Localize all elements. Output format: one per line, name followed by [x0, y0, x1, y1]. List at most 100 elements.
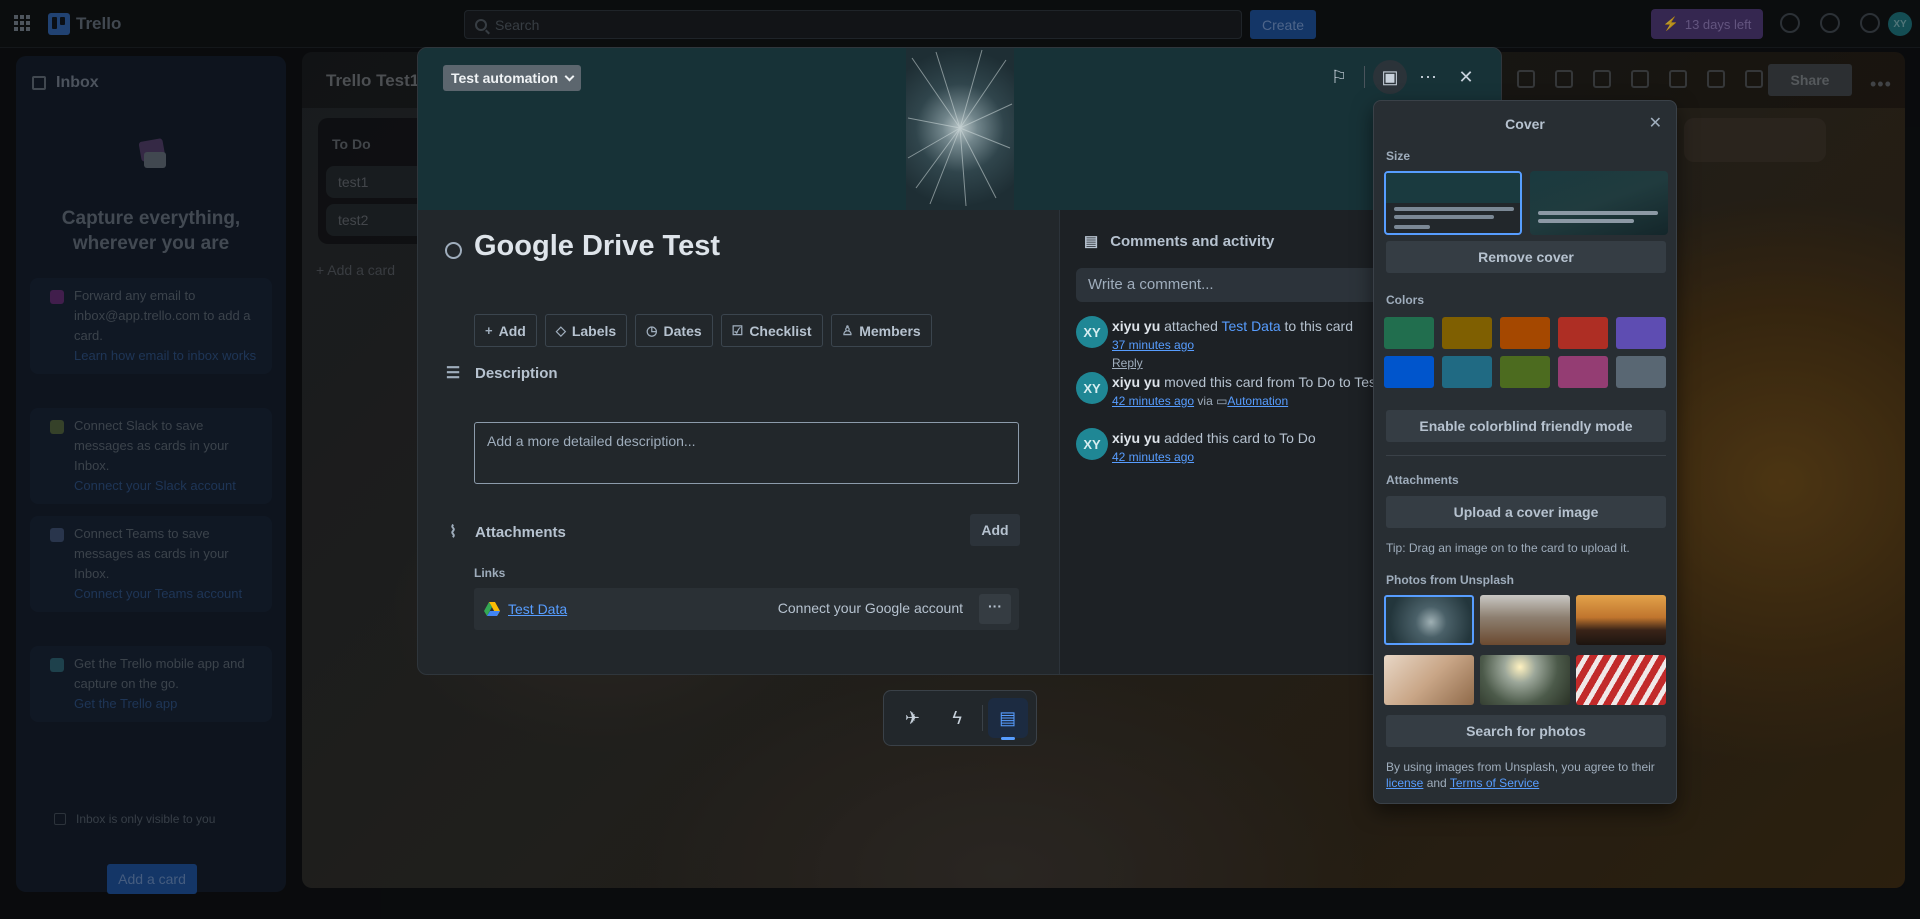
upload-cover-button[interactable]: Upload a cover image	[1386, 496, 1666, 528]
connect-google-link[interactable]: Connect your Google account	[778, 600, 963, 616]
attachments-heading: Attachments	[475, 523, 566, 541]
members-button[interactable]: ♙ Members	[830, 314, 932, 347]
activity-heading: Comments and activity	[1110, 232, 1275, 250]
unsplash-photo[interactable]	[1480, 655, 1570, 705]
reply-link[interactable]: Reply	[1112, 356, 1143, 370]
size-option-full[interactable]	[1530, 171, 1668, 235]
search-photos-button[interactable]: Search for photos	[1386, 715, 1666, 747]
card-header-actions: ⚐ ▣ ⋯ ✕	[1322, 60, 1483, 94]
labels-button-label: Labels	[571, 322, 617, 339]
cover-popover: Cover ✕ Size Remove cover Colors Enable …	[1373, 100, 1677, 804]
label-icon: ◇	[555, 322, 566, 338]
activity-action: added this card to To Do	[1160, 430, 1316, 446]
color-swatch-pink[interactable]	[1558, 356, 1608, 388]
unsplash-photo[interactable]	[1384, 655, 1474, 705]
size-preview-line	[1538, 219, 1634, 223]
card-detail-modal: Test automation ⚐ ▣ ⋯ ✕ Google Drive Tes…	[417, 47, 1502, 675]
color-swatch-purple[interactable]	[1616, 317, 1666, 349]
size-preview-line	[1394, 207, 1514, 211]
color-swatch-yellow[interactable]	[1442, 317, 1492, 349]
complete-checkbox[interactable]	[445, 242, 462, 259]
color-swatch-black[interactable]	[1616, 356, 1666, 388]
activity-user[interactable]: xiyu yu	[1112, 374, 1160, 390]
close-icon[interactable]: ✕	[1449, 60, 1483, 94]
dates-button[interactable]: ◷ Dates	[635, 314, 713, 347]
activity-meta: 42 minutes ago via ▭Automation	[1112, 394, 1288, 408]
activity-text: xiyu yu moved this card from To Do to Te…	[1112, 374, 1380, 390]
attachments-heading-row: ⌇ Attachments	[445, 522, 566, 542]
activity-timestamp[interactable]: 42 minutes ago	[1112, 450, 1194, 464]
checklist-button-label: Checklist	[749, 322, 812, 339]
unsplash-photo[interactable]	[1576, 595, 1666, 645]
divider	[981, 705, 983, 731]
watch-icon[interactable]: ⚐	[1322, 60, 1356, 94]
size-option-header[interactable]	[1384, 171, 1522, 235]
automation-link[interactable]: Automation	[1227, 394, 1288, 408]
popover-title: Cover	[1505, 116, 1545, 132]
activity-user[interactable]: xiyu yu	[1112, 318, 1160, 334]
color-swatch-red[interactable]	[1558, 317, 1608, 349]
remove-cover-button[interactable]: Remove cover	[1386, 241, 1666, 273]
activity-via: via	[1194, 394, 1217, 408]
divider	[1364, 66, 1365, 88]
members-icon: ♙	[841, 322, 854, 338]
close-icon[interactable]: ✕	[1649, 113, 1662, 133]
unsplash-photo[interactable]	[1480, 595, 1570, 645]
unsplash-photo[interactable]	[1576, 655, 1666, 705]
dates-button-label: Dates	[663, 322, 702, 339]
avatar[interactable]: XY	[1076, 316, 1108, 348]
activity-text: xiyu yu attached Test Data to this card	[1112, 318, 1353, 334]
description-input[interactable]: Add a more detailed description...	[474, 422, 1019, 484]
activity-heading-row: ▤ Comments and activity	[1084, 232, 1275, 251]
color-swatch-sky[interactable]	[1442, 356, 1492, 388]
size-label: Size	[1386, 149, 1411, 163]
size-preview-line	[1394, 225, 1430, 229]
color-swatch-lime[interactable]	[1500, 356, 1550, 388]
color-swatch-blue[interactable]	[1384, 356, 1434, 388]
labels-button[interactable]: ◇ Labels	[544, 314, 628, 347]
color-swatch-green[interactable]	[1384, 317, 1434, 349]
activity-timestamp[interactable]: 37 minutes ago	[1112, 338, 1194, 352]
activity-timestamp[interactable]: 42 minutes ago	[1112, 394, 1194, 408]
unsplash-photo[interactable]	[1384, 595, 1474, 645]
color-swatch-orange[interactable]	[1500, 317, 1550, 349]
list-selector-label: Test automation	[451, 70, 559, 86]
list-selector-button[interactable]: Test automation	[443, 65, 582, 91]
upload-tip: Tip: Drag an image on to the card to upl…	[1386, 541, 1630, 555]
card-title[interactable]: Google Drive Test	[474, 230, 720, 263]
description-heading: Description	[475, 364, 558, 382]
activity-user[interactable]: xiyu yu	[1112, 430, 1160, 446]
pin-icon[interactable]: ✈	[892, 698, 932, 738]
legal-text: By using images from Unsplash, you agree…	[1386, 760, 1655, 774]
attachments-label: Attachments	[1386, 473, 1459, 487]
activity-text: xiyu yu added this card to To Do	[1112, 430, 1316, 446]
unsplash-legal-text: By using images from Unsplash, you agree…	[1386, 759, 1666, 791]
members-button-label: Members	[859, 322, 921, 339]
colorblind-mode-button[interactable]: Enable colorblind friendly mode	[1386, 410, 1666, 442]
plus-icon: +	[485, 323, 493, 338]
avatar[interactable]: XY	[1076, 372, 1108, 404]
card-actions: + Add ◇ Labels ◷ Dates ☑ Checklist ♙ Members	[474, 314, 932, 347]
terms-link[interactable]: Terms of Service	[1450, 776, 1539, 790]
avatar[interactable]: XY	[1076, 428, 1108, 460]
activity-action-suffix: to this card	[1280, 318, 1354, 334]
card-floating-toolbar: ✈ ϟ ▤	[883, 690, 1037, 746]
license-link[interactable]: license	[1386, 776, 1423, 790]
checklist-button[interactable]: ☑ Checklist	[720, 314, 823, 347]
attachments-add-button[interactable]: Add	[970, 514, 1020, 546]
description-heading-row: ☰ Description	[445, 363, 558, 383]
comments-icon: ▤	[1084, 233, 1099, 250]
size-preview-line	[1538, 211, 1658, 215]
add-button[interactable]: + Add	[474, 314, 537, 347]
activity-link[interactable]: Test Data	[1222, 318, 1281, 334]
cover-image-icon[interactable]: ▣	[1373, 60, 1407, 94]
more-icon[interactable]: ⋯	[1411, 60, 1445, 94]
divider	[1386, 455, 1666, 456]
activity-meta: 37 minutes ago	[1112, 338, 1194, 352]
link-title[interactable]: Test Data	[508, 601, 567, 617]
comment-icon[interactable]: ▤	[987, 698, 1028, 740]
link-more-button[interactable]: ···	[979, 594, 1011, 624]
checklist-icon: ☑	[731, 322, 744, 338]
size-preview-header	[1386, 173, 1520, 203]
lightning-icon[interactable]: ϟ	[937, 698, 977, 738]
